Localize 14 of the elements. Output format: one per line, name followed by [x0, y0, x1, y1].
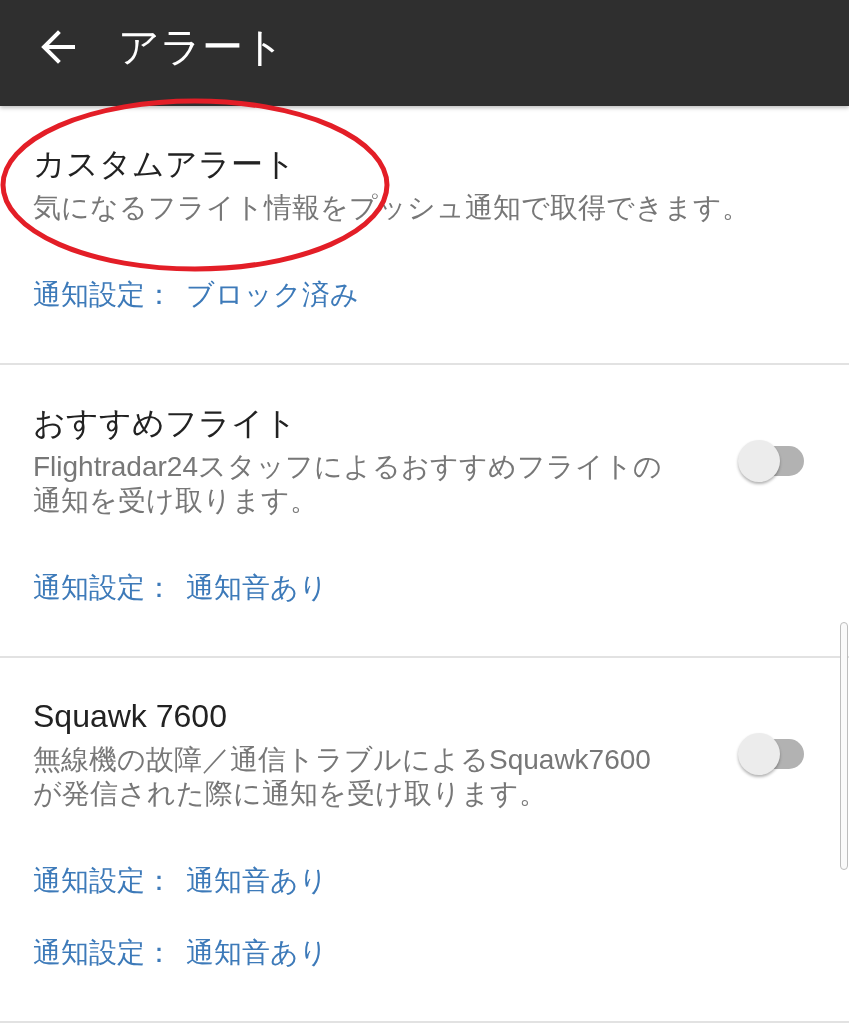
- notification-setting-link[interactable]: 通知設定： 通知音あり: [33, 863, 328, 899]
- section-title: カスタムアラート: [33, 145, 297, 184]
- notification-setting-link[interactable]: 通知設定： ブロック済み: [33, 277, 359, 313]
- notification-setting-link[interactable]: 通知設定： 通知音あり: [33, 935, 328, 971]
- back-icon[interactable]: [41, 30, 75, 64]
- notification-setting-link[interactable]: 通知設定： 通知音あり: [33, 570, 328, 606]
- section-title: Squawk 7600: [33, 697, 228, 736]
- toggle-switch[interactable]: [737, 438, 805, 483]
- screen-title: アラート: [118, 23, 285, 72]
- section-description: 無線機の故障／通信トラブルによるSquawk7600が発信された際に通知を受け取ります。: [33, 743, 652, 811]
- toggle-switch[interactable]: [737, 731, 805, 776]
- section-description: 気になるフライト情報をプッシュ通知で取得できます。: [33, 191, 751, 225]
- section-description: Flightradar24スタッフによるおすすめフライトの通知を受け取ります。: [33, 450, 663, 518]
- section-title: おすすめフライト: [33, 404, 298, 443]
